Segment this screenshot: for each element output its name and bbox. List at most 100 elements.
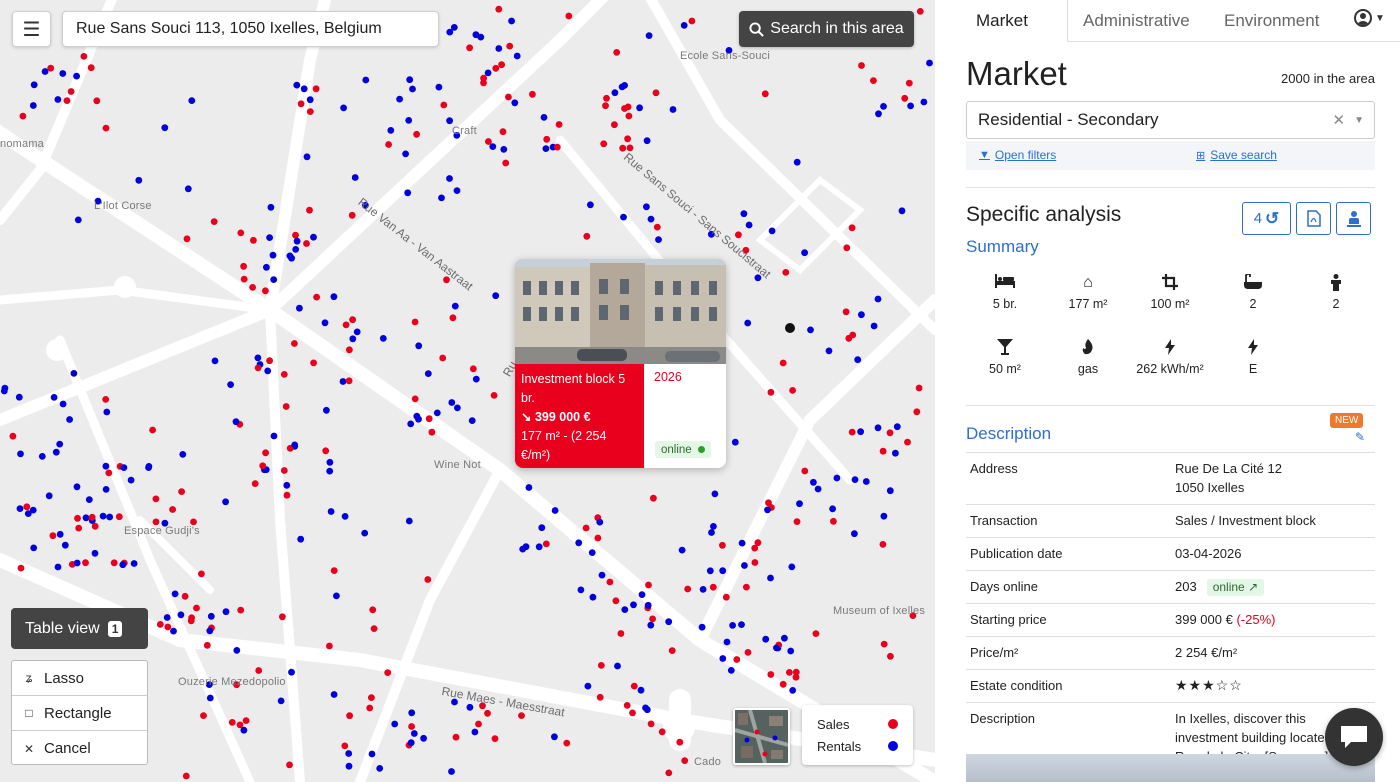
listing-marker[interactable] xyxy=(54,96,62,103)
listing-marker[interactable] xyxy=(74,514,81,522)
listing-marker[interactable] xyxy=(171,590,179,598)
listing-marker[interactable] xyxy=(575,539,583,547)
listing-marker[interactable] xyxy=(193,604,200,612)
profile-menu-button[interactable]: ▼ xyxy=(1354,9,1385,27)
listing-marker[interactable] xyxy=(764,506,771,514)
listing-marker[interactable] xyxy=(266,234,273,242)
listing-marker[interactable] xyxy=(286,761,293,769)
listing-marker[interactable] xyxy=(782,269,790,276)
listing-marker[interactable] xyxy=(665,618,673,626)
listing-marker[interactable] xyxy=(270,276,278,283)
listing-marker[interactable] xyxy=(0,387,8,395)
listing-marker[interactable] xyxy=(893,423,901,431)
listing-marker[interactable] xyxy=(106,513,114,521)
listing-marker[interactable] xyxy=(744,319,752,327)
listing-marker[interactable] xyxy=(525,484,533,491)
listing-marker[interactable] xyxy=(513,52,521,60)
listing-marker[interactable] xyxy=(543,135,551,143)
listing-marker[interactable] xyxy=(793,518,801,525)
listing-marker[interactable] xyxy=(405,117,413,124)
listing-marker[interactable] xyxy=(169,506,177,513)
clear-icon[interactable]: ✕ xyxy=(1333,111,1346,129)
listing-marker[interactable] xyxy=(618,83,626,91)
listing-marker[interactable] xyxy=(887,652,894,660)
listing-marker[interactable] xyxy=(333,592,340,600)
listing-marker[interactable] xyxy=(370,625,378,632)
listing-marker[interactable] xyxy=(263,263,270,271)
listing-marker[interactable] xyxy=(75,524,83,532)
listing-marker[interactable] xyxy=(650,494,657,502)
listing-marker[interactable] xyxy=(709,583,717,591)
listing-marker[interactable] xyxy=(50,394,58,401)
listing-marker[interactable] xyxy=(658,728,666,736)
listing-marker[interactable] xyxy=(787,647,795,655)
listing-marker[interactable] xyxy=(339,378,347,385)
listing-marker[interactable] xyxy=(801,467,809,475)
listing-marker[interactable] xyxy=(879,541,887,548)
listing-marker[interactable] xyxy=(181,592,189,600)
listing-marker[interactable] xyxy=(636,104,643,112)
listing-marker[interactable] xyxy=(85,496,93,503)
listing-marker[interactable] xyxy=(643,137,651,145)
listing-marker[interactable] xyxy=(729,622,736,629)
listing-marker[interactable] xyxy=(73,559,81,567)
listing-marker[interactable] xyxy=(345,750,353,757)
listing-marker[interactable] xyxy=(228,719,236,726)
listing-marker[interactable] xyxy=(249,284,256,291)
open-filters-link[interactable]: ▼ Open filters xyxy=(979,148,1056,162)
listing-marker[interactable] xyxy=(629,709,636,717)
listing-marker[interactable] xyxy=(698,623,706,631)
listing-marker[interactable] xyxy=(323,406,330,414)
listing-marker[interactable] xyxy=(300,85,308,93)
listing-marker[interactable] xyxy=(446,28,454,36)
listing-marker[interactable] xyxy=(349,316,356,324)
listing-marker[interactable] xyxy=(630,682,638,690)
listing-marker[interactable] xyxy=(788,563,796,571)
listing-marker[interactable] xyxy=(345,377,353,385)
listing-marker[interactable] xyxy=(637,686,645,694)
listing-marker[interactable] xyxy=(376,765,384,772)
listing-marker[interactable] xyxy=(584,682,592,690)
listing-marker[interactable] xyxy=(926,59,933,67)
listing-marker[interactable] xyxy=(699,586,707,593)
cancel-tool-button[interactable]: ✕ Cancel xyxy=(12,731,147,766)
listing-marker[interactable] xyxy=(600,140,608,148)
listing-marker[interactable] xyxy=(484,69,492,77)
listing-marker[interactable] xyxy=(207,612,215,620)
listing-marker[interactable] xyxy=(88,513,96,521)
listing-marker[interactable] xyxy=(495,45,503,52)
listing-marker[interactable] xyxy=(563,739,571,747)
listing-marker[interactable] xyxy=(282,403,290,410)
listing-marker[interactable] xyxy=(499,128,507,136)
listing-marker[interactable] xyxy=(16,505,24,512)
listing-marker[interactable] xyxy=(606,578,614,586)
listing-marker[interactable] xyxy=(490,392,498,399)
table-view-button[interactable]: Table view 1 xyxy=(11,608,148,649)
listing-marker[interactable] xyxy=(624,103,632,111)
chevron-down-icon[interactable]: ▼ xyxy=(1354,115,1364,126)
listing-marker[interactable] xyxy=(346,346,353,354)
listing-marker[interactable] xyxy=(480,74,487,82)
listing-marker[interactable] xyxy=(613,49,621,56)
listing-marker[interactable] xyxy=(110,559,118,567)
listing-marker[interactable] xyxy=(115,513,123,521)
listing-marker[interactable] xyxy=(102,462,110,470)
listing-marker[interactable] xyxy=(52,448,60,456)
listing-marker[interactable] xyxy=(342,321,350,329)
listing-marker[interactable] xyxy=(680,22,688,29)
listing-marker[interactable] xyxy=(498,61,505,69)
listing-marker[interactable] xyxy=(242,717,250,724)
tab-environment[interactable]: Environment xyxy=(1224,0,1319,42)
listing-marker[interactable] xyxy=(879,447,887,455)
listing-marker[interactable] xyxy=(829,505,836,513)
listing-marker[interactable] xyxy=(74,216,82,224)
listing-marker[interactable] xyxy=(439,354,447,362)
listing-marker[interactable] xyxy=(904,438,911,446)
listing-marker[interactable] xyxy=(38,453,46,460)
listing-marker[interactable] xyxy=(719,655,727,662)
listing-marker[interactable] xyxy=(179,451,187,458)
listing-marker[interactable] xyxy=(240,262,248,270)
listing-marker[interactable] xyxy=(127,476,135,484)
listing-marker[interactable] xyxy=(330,567,338,574)
listing-marker[interactable] xyxy=(283,481,291,489)
